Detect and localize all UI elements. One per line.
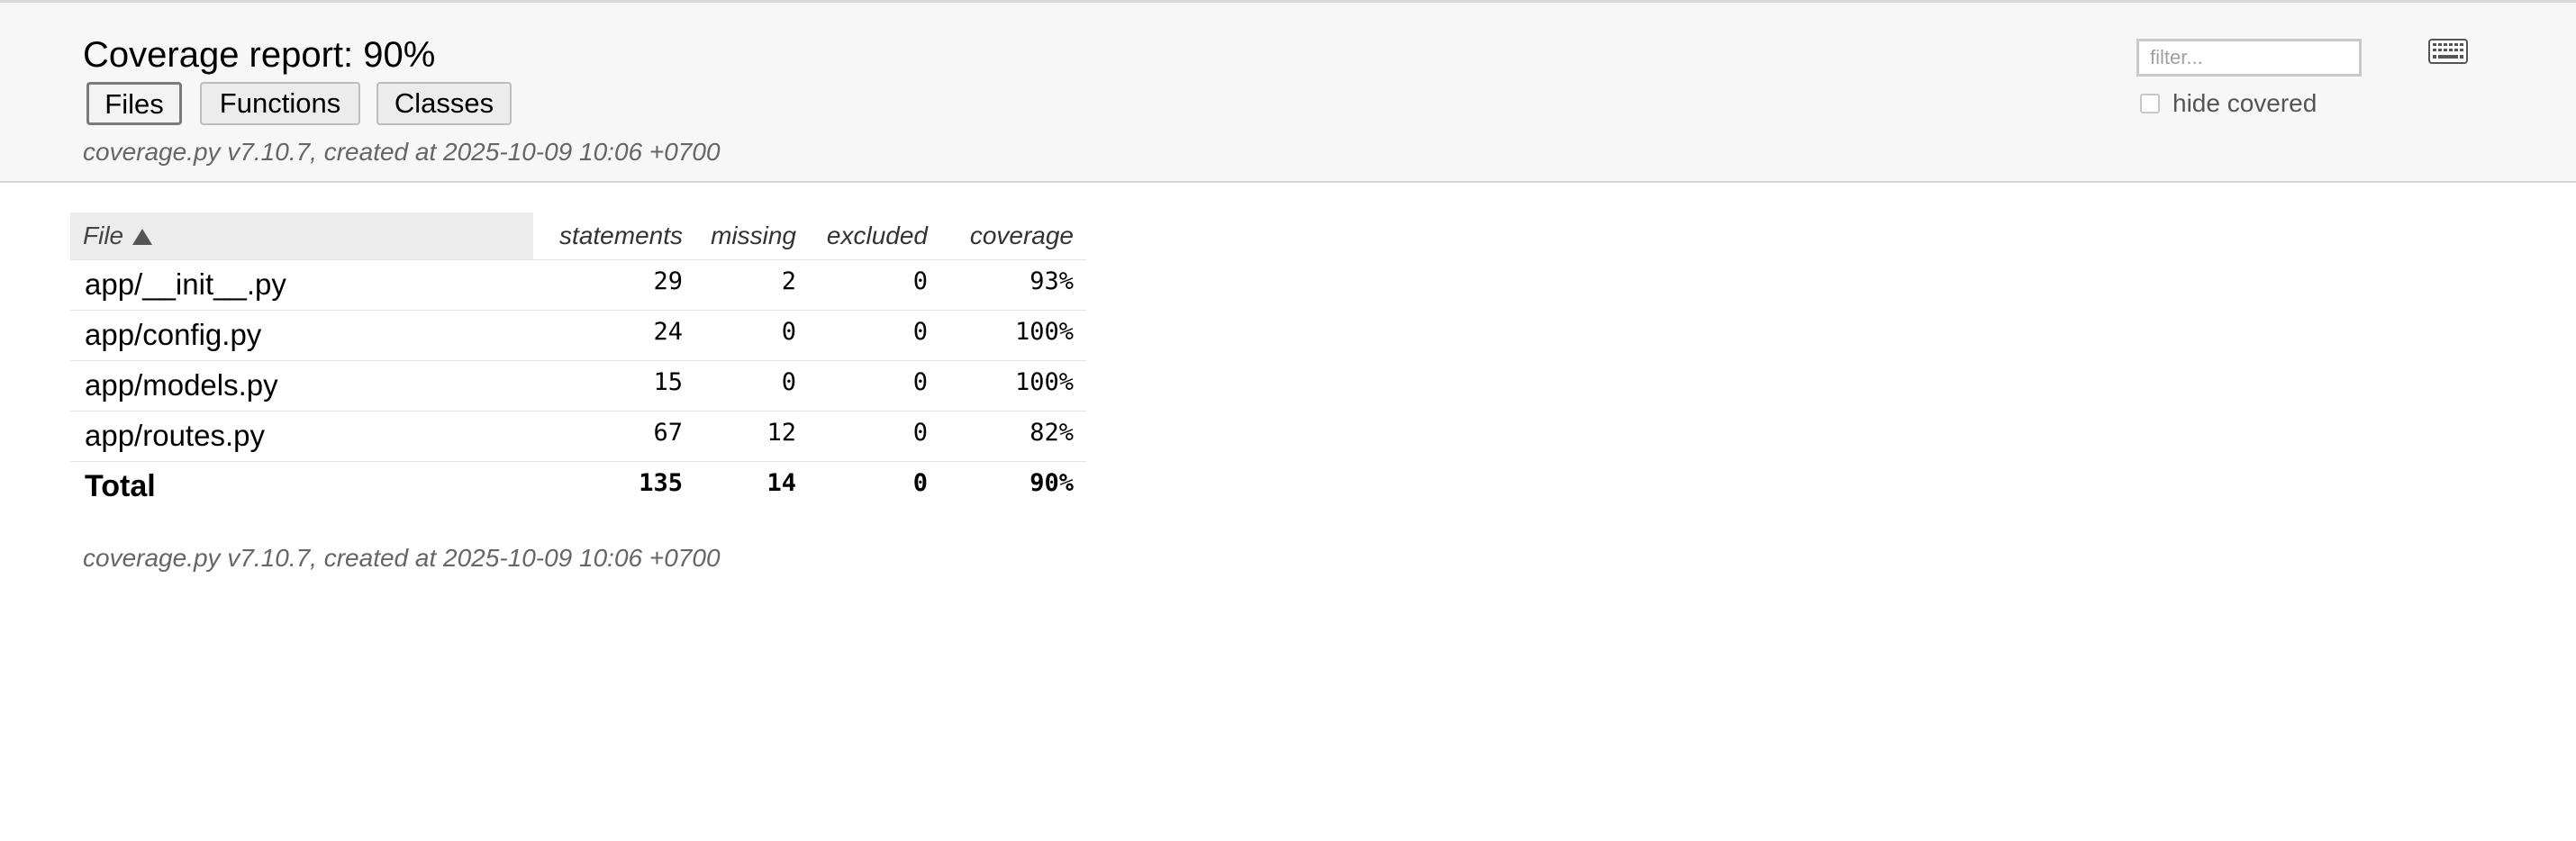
- excluded-cell: 0: [809, 359, 940, 411]
- tab-classes[interactable]: Classes: [376, 82, 512, 125]
- table-row: app/__init__.py 29 2 0 93%: [70, 258, 1086, 310]
- total-label: Total: [70, 460, 533, 511]
- file-link[interactable]: app/config.py: [70, 309, 533, 360]
- file-link[interactable]: app/__init__.py: [70, 258, 533, 310]
- missing-cell: 0: [695, 309, 809, 360]
- total-coverage: 90%: [940, 460, 1086, 511]
- coverage-cell: 100%: [940, 359, 1086, 411]
- total-row: Total 135 14 0 90%: [70, 460, 1086, 511]
- statements-cell: 15: [533, 359, 695, 411]
- page-title: Coverage report: 90%: [83, 35, 436, 75]
- statements-cell: 29: [533, 258, 695, 310]
- filter-input[interactable]: [2136, 39, 2362, 77]
- missing-cell: 0: [695, 359, 809, 411]
- column-header-file[interactable]: File: [70, 213, 533, 259]
- column-header-statements[interactable]: statements: [533, 213, 695, 259]
- coverage-table: File statements missing excluded coverag…: [70, 213, 1086, 511]
- file-link[interactable]: app/routes.py: [70, 410, 533, 461]
- excluded-cell: 0: [809, 410, 940, 461]
- keyboard-icon[interactable]: [2428, 39, 2468, 64]
- report-header: Coverage report: 90% Files Functions Cla…: [0, 3, 2576, 183]
- coverage-cell: 100%: [940, 309, 1086, 360]
- statements-cell: 67: [533, 410, 695, 461]
- table-header-row: File statements missing excluded coverag…: [70, 213, 1086, 259]
- table-row: app/models.py 15 0 0 100%: [70, 359, 1086, 411]
- excluded-cell: 0: [809, 309, 940, 360]
- total-missing: 14: [695, 460, 809, 511]
- missing-cell: 12: [695, 410, 809, 461]
- column-header-coverage[interactable]: coverage: [940, 213, 1086, 259]
- tab-files[interactable]: Files: [86, 82, 182, 125]
- column-header-missing[interactable]: missing: [695, 213, 809, 259]
- coverage-cell: 82%: [940, 410, 1086, 461]
- excluded-cell: 0: [809, 258, 940, 310]
- created-info: coverage.py v7.10.7, created at 2025-10-…: [83, 138, 721, 166]
- hide-covered-toggle[interactable]: hide covered: [2140, 89, 2317, 118]
- file-link[interactable]: app/models.py: [70, 359, 533, 411]
- table-row: app/routes.py 67 12 0 82%: [70, 410, 1086, 461]
- hide-covered-checkbox[interactable]: [2140, 94, 2160, 113]
- hide-covered-label: hide covered: [2172, 89, 2317, 117]
- statements-cell: 24: [533, 309, 695, 360]
- tab-functions[interactable]: Functions: [200, 82, 360, 125]
- total-statements: 135: [533, 460, 695, 511]
- table-row: app/config.py 24 0 0 100%: [70, 309, 1086, 360]
- total-excluded: 0: [809, 460, 940, 511]
- missing-cell: 2: [695, 258, 809, 310]
- footer-created-info: coverage.py v7.10.7, created at 2025-10-…: [83, 544, 721, 572]
- sort-ascending-icon: [132, 228, 153, 245]
- coverage-cell: 93%: [940, 258, 1086, 310]
- column-header-excluded[interactable]: excluded: [809, 213, 940, 259]
